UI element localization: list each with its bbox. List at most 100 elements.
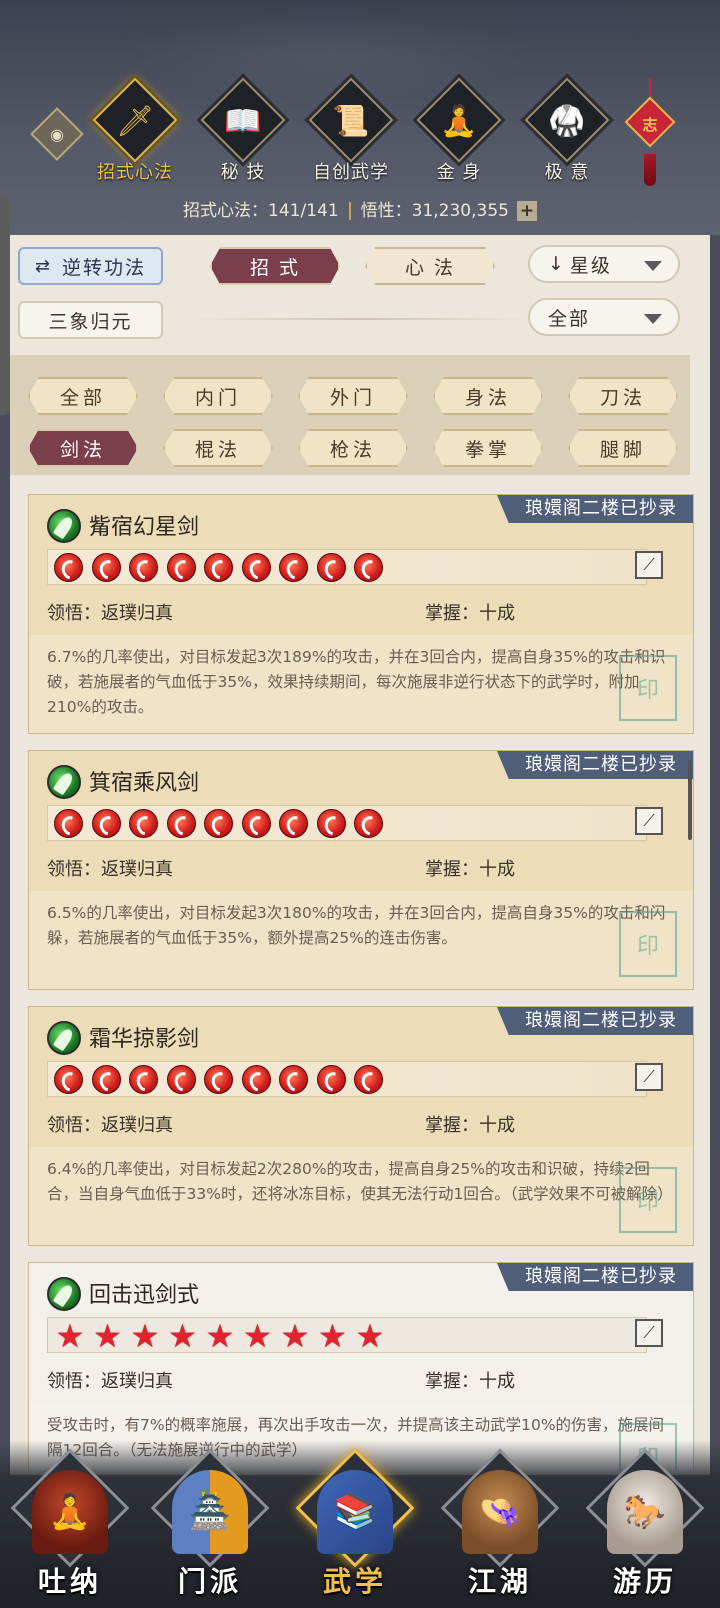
filter-sword[interactable]: 剑法 xyxy=(28,429,138,467)
tab-moves[interactable]: 招 式 xyxy=(210,247,340,285)
skill-description: 6.4%的几率使出，对目标发起2次280%的攻击，提高自身25%的攻击和识破，持… xyxy=(29,1147,693,1245)
nav-travel[interactable]: 🐎 游历 xyxy=(585,1448,705,1598)
scrollbar[interactable] xyxy=(688,760,692,840)
knot-char: 志 xyxy=(642,115,658,134)
copied-ribbon: 琅嬛阁二楼已抄录 xyxy=(497,751,693,779)
swap-arrows-icon: ⇄ xyxy=(34,255,53,277)
book-icon: 📖 xyxy=(224,103,262,139)
red-star-icon: ★ xyxy=(130,1317,160,1355)
filter-spear[interactable]: 枪法 xyxy=(298,429,408,467)
horse-icon: 🐎 xyxy=(607,1470,683,1554)
nav-label: 游历 xyxy=(612,1565,677,1598)
seal-stamp-icon: 印 xyxy=(619,655,677,721)
sword-slot-icon[interactable]: ⟋ xyxy=(635,807,663,835)
sanxiang-button[interactable]: 三象归元 xyxy=(18,301,163,339)
side-drawer-handle[interactable] xyxy=(0,195,10,415)
star-bar xyxy=(47,549,647,585)
red-star-icon: ★ xyxy=(55,1317,85,1355)
flame-orb-icon xyxy=(316,809,346,838)
red-star-icon: ★ xyxy=(168,1317,197,1355)
tab-label: 金 身 xyxy=(436,162,482,183)
skill-name: 觜宿幻星剑 xyxy=(89,515,200,540)
add-insight-button[interactable]: + xyxy=(516,201,537,221)
comprehension-label: 领悟：返璞归真 xyxy=(47,1371,173,1392)
sword-slot-icon[interactable]: ⟋ xyxy=(635,1063,663,1091)
scroll-icon: 📜 xyxy=(332,103,370,139)
nav-label: 吐纳 xyxy=(37,1565,102,1598)
chevron-down-icon xyxy=(644,314,662,324)
bottom-nav: 🧘 吐纳 🏯 门派 📚 武学 👒 江湖 🐎 游历 xyxy=(0,1440,720,1608)
red-star-icon: ★ xyxy=(355,1317,385,1355)
filter-kick[interactable]: 腿脚 xyxy=(568,429,678,467)
sword-icon: 🗡 xyxy=(115,103,155,139)
flame-orb-icon xyxy=(204,809,233,838)
flame-orb-icon xyxy=(129,809,158,838)
filter-outer[interactable]: 外门 xyxy=(298,377,408,415)
sort-select-value: 星级 xyxy=(569,254,612,277)
chinese-knot-ornament[interactable]: 志 xyxy=(624,78,676,188)
skill-card[interactable]: 琅嬛阁二楼已抄录 回击迅剑式 ★ ★ ★ ★ ★ ★ ★ ★ ★ ⟋ 领悟：返璞归真 掌握：十成… xyxy=(28,1262,694,1470)
monk-icon: 🧘 xyxy=(32,1470,108,1554)
star-bar xyxy=(47,805,647,841)
sect-banner-icon: 🏯 xyxy=(172,1470,248,1554)
filter-select[interactable]: 全部 xyxy=(528,298,680,336)
flame-orb-icon xyxy=(91,553,121,582)
mastery-label: 掌握：十成 xyxy=(425,1371,515,1392)
flame-orb-icon xyxy=(54,553,83,582)
tab-label: 自创武学 xyxy=(313,162,389,183)
tab-secret-skills[interactable]: 📖 秘 技 xyxy=(193,77,293,190)
down-arrow-icon: ↓ xyxy=(548,253,566,275)
flame-orb-icon xyxy=(241,1065,271,1094)
filter-inner[interactable]: 内门 xyxy=(163,377,273,415)
nav-label: 江湖 xyxy=(467,1565,532,1598)
tab-label: 招式心法 xyxy=(97,162,173,183)
flame-orb-icon xyxy=(316,1065,346,1094)
skill-card[interactable]: 琅嬛阁二楼已抄录 觜宿幻星剑 ⟋ 领悟：返璞归真 掌握：十成 6.7%的几率使出… xyxy=(28,494,694,734)
tab-self-created[interactable]: 📜 自创武学 xyxy=(301,77,401,190)
star-bar: ★ ★ ★ ★ ★ ★ ★ ★ ★ xyxy=(47,1317,647,1353)
jade-skill-icon xyxy=(47,509,81,543)
nav-label: 门派 xyxy=(177,1565,242,1598)
tab-mind[interactable]: 心 法 xyxy=(365,247,495,285)
stats-divider xyxy=(348,202,351,220)
skill-description: 6.7%的几率使出，对目标发起3次189%的攻击，并在3回合内，提高自身35%的… xyxy=(29,635,693,733)
flame-orb-icon xyxy=(54,1065,83,1094)
sort-select[interactable]: ↓ 星级 xyxy=(528,245,680,283)
sword-slot-icon[interactable]: ⟋ xyxy=(635,551,663,579)
manual-books-icon: 📚 xyxy=(317,1470,393,1554)
jade-skill-icon xyxy=(47,1277,81,1311)
flame-orb-icon xyxy=(354,1065,383,1094)
skill-card[interactable]: 琅嬛阁二楼已抄录 霜华掠影剑 ⟋ 领悟：返璞归真 掌握：十成 6.4%的几率使出… xyxy=(28,1006,694,1246)
flame-orb-icon xyxy=(91,809,121,838)
filter-fist[interactable]: 拳掌 xyxy=(433,429,543,467)
insight-label: 悟性： xyxy=(360,201,412,221)
nav-breathing[interactable]: 🧘 吐纳 xyxy=(10,1448,130,1598)
mastery-label: 掌握：十成 xyxy=(425,603,515,624)
filter-blade[interactable]: 刀法 xyxy=(568,377,678,415)
skill-list: 琅嬛阁二楼已抄录 觜宿幻星剑 ⟋ 领悟：返璞归真 掌握：十成 6.7%的几率使出… xyxy=(0,480,720,1470)
tab-label: 秘 技 xyxy=(220,162,266,183)
nav-label: 武学 xyxy=(322,1565,387,1598)
tab-ultimate[interactable]: 🥋 极 意 xyxy=(517,77,617,190)
nav-sect[interactable]: 🏯 门派 xyxy=(150,1448,270,1598)
nav-jianghu[interactable]: 👒 江湖 xyxy=(440,1448,560,1598)
nav-martial-arts[interactable]: 📚 武学 xyxy=(295,1448,415,1598)
seal-stamp-icon: 印 xyxy=(619,1167,677,1233)
tab-moves-mind[interactable]: 🗡 招式心法 xyxy=(85,77,185,190)
visibility-toggle[interactable]: ◉ xyxy=(30,107,84,161)
skill-card[interactable]: 琅嬛阁二楼已抄录 箕宿乘风剑 ⟋ 领悟：返璞归真 掌握：十成 6.5%的几率使出… xyxy=(28,750,694,990)
skill-name: 回击迅剑式 xyxy=(89,1283,200,1308)
sword-slot-icon[interactable]: ⟋ xyxy=(635,1319,663,1347)
knot-tassel xyxy=(644,154,656,186)
filter-all[interactable]: 全部 xyxy=(28,377,138,415)
flame-orb-icon xyxy=(166,809,196,838)
comprehension-label: 领悟：返璞归真 xyxy=(47,603,173,624)
skill-description: 6.5%的几率使出，对目标发起3次180%的攻击，并在3回合内，提高自身35%的… xyxy=(29,891,693,989)
reverse-skill-button[interactable]: ⇄ 逆转功法 xyxy=(18,247,163,285)
tab-golden-body[interactable]: 🧘 金 身 xyxy=(409,77,509,190)
filter-staff[interactable]: 棍法 xyxy=(163,429,273,467)
flame-orb-icon xyxy=(241,809,271,838)
filter-movement[interactable]: 身法 xyxy=(433,377,543,415)
star-bar xyxy=(47,1061,647,1097)
chevron-down-icon xyxy=(644,261,662,271)
